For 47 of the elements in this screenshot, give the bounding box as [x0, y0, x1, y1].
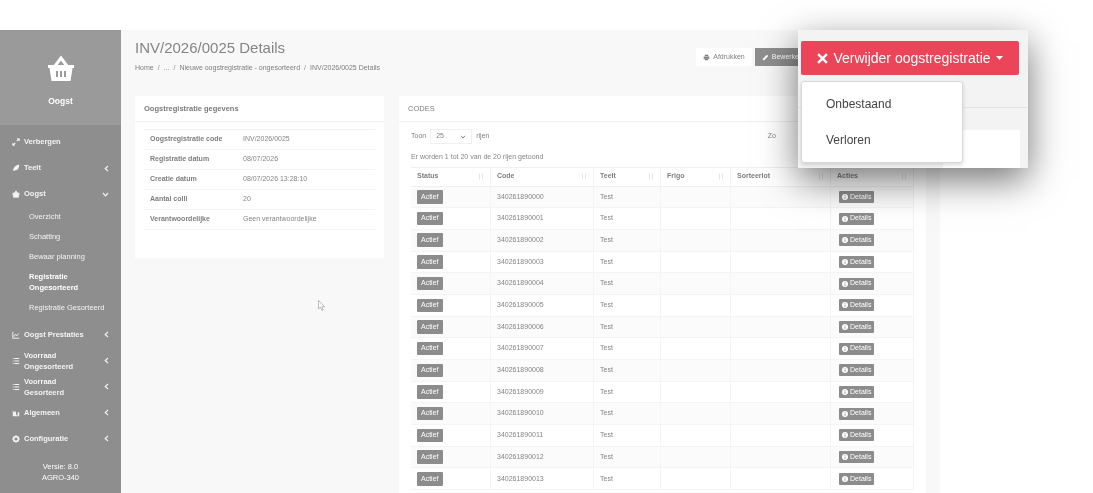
- info-icon: [842, 193, 848, 200]
- expand-arrows-icon: [12, 138, 20, 146]
- line-chart-icon: [12, 330, 20, 339]
- delete-dropdown-button[interactable]: Verwijder oogstregistratie: [801, 41, 1019, 75]
- info-icon: [842, 237, 848, 244]
- info-icon: [842, 410, 848, 417]
- chevron-down-icon: [102, 191, 109, 197]
- info-icon: [842, 432, 848, 439]
- info-icon: [842, 345, 848, 352]
- info-icon: [842, 302, 848, 309]
- info-icon: [842, 475, 848, 482]
- printer-icon: [703, 53, 711, 61]
- leaf-icon: [12, 164, 20, 172]
- info-icon: [842, 389, 848, 396]
- info-icon: [842, 215, 848, 222]
- info-icon: [842, 280, 848, 287]
- menu-item[interactable]: Onbestaand: [802, 86, 962, 122]
- bar-chart-icon: [12, 408, 20, 417]
- chevron-left-icon: [104, 435, 109, 443]
- sort-icon: [718, 173, 724, 180]
- sort-icon: [818, 173, 824, 180]
- menu-item[interactable]: Verloren: [802, 122, 962, 158]
- sort-icon: [478, 173, 484, 180]
- sort-icon: [581, 173, 587, 180]
- app-title: Oogst: [48, 95, 73, 108]
- info-icon: [842, 454, 848, 461]
- info-icon: [842, 367, 848, 374]
- basket-icon: [45, 55, 76, 83]
- close-icon: [817, 52, 829, 64]
- chevron-left-icon: [104, 164, 109, 172]
- list-icon: [12, 356, 20, 365]
- info-icon: [842, 323, 848, 330]
- mouse-cursor-icon: [318, 300, 325, 311]
- sort-icon: [648, 173, 654, 180]
- gear-icon: [12, 434, 20, 443]
- chevron-left-icon: [104, 357, 109, 365]
- caret-down-icon: [995, 56, 1003, 60]
- basket-icon: [12, 190, 20, 198]
- page-title: INV/2026/0025 Details: [135, 39, 287, 57]
- chevron-left-icon: [104, 383, 109, 391]
- info-icon: [842, 258, 848, 265]
- chevron-left-icon: [104, 331, 109, 339]
- list-icon: [12, 382, 20, 391]
- pencil-icon: [761, 53, 769, 61]
- chevron-left-icon: [104, 409, 109, 417]
- sort-icon: [901, 173, 907, 180]
- chevron-down-icon: [460, 134, 467, 139]
